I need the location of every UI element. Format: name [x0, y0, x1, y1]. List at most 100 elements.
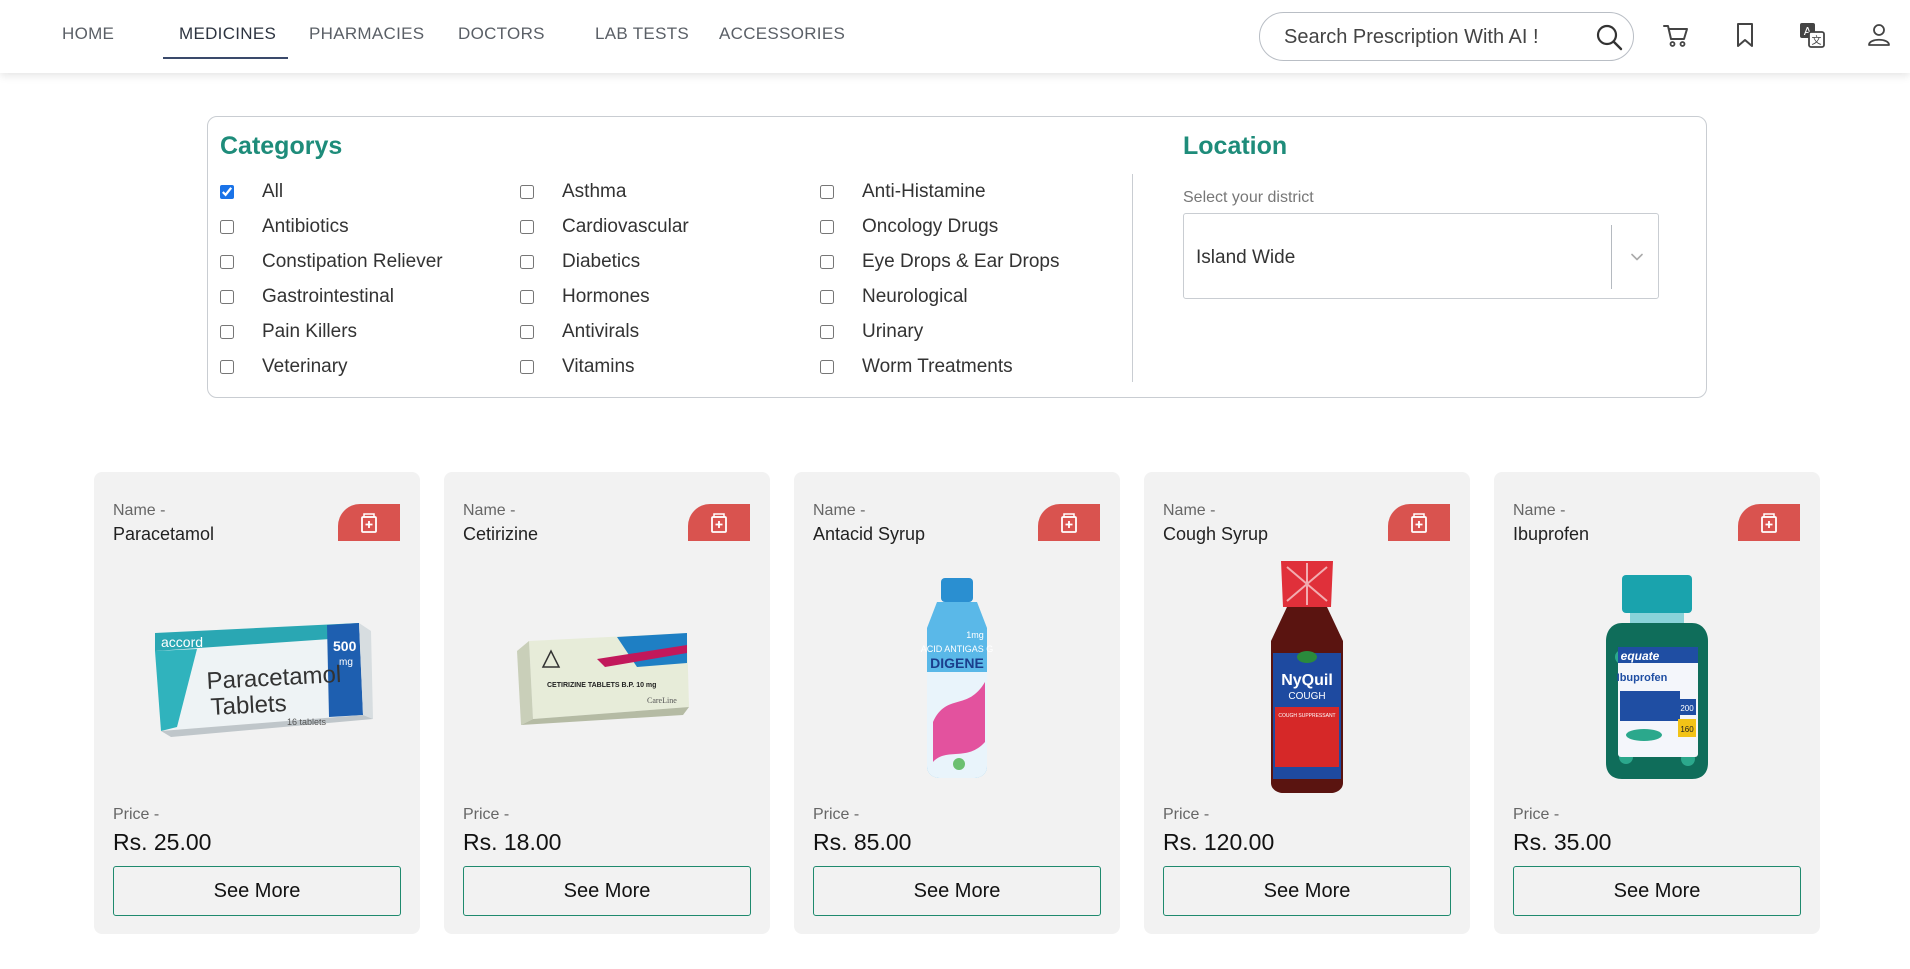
category-checkbox-antivirals[interactable] — [520, 325, 534, 339]
product-name: Cough Syrup — [1163, 524, 1269, 544]
category-checkbox-gastrointestinal[interactable] — [220, 290, 234, 304]
category-item-cardiovascular[interactable]: Cardiovascular — [520, 216, 689, 238]
category-checkbox-neurological[interactable] — [820, 290, 834, 304]
category-label: Hormones — [562, 286, 650, 307]
bookmark-icon[interactable] — [1730, 20, 1760, 50]
price-label: Price - — [463, 806, 510, 823]
category-checkbox-pain-killers[interactable] — [220, 325, 234, 339]
nav-medicines[interactable]: MEDICINES — [179, 24, 276, 44]
category-label: Diabetics — [562, 251, 641, 272]
see-more-button[interactable]: See More — [463, 866, 751, 916]
category-checkbox-oncology-drugs[interactable] — [820, 220, 834, 234]
brand-text: DIGENE — [930, 655, 984, 671]
price-label: Price - — [1163, 806, 1210, 823]
category-item-hormones[interactable]: Hormones — [520, 286, 650, 308]
search-icon[interactable] — [1595, 23, 1623, 51]
product-name: Paracetamol — [113, 524, 215, 544]
add-to-bag-button[interactable] — [1738, 504, 1800, 541]
category-label: Gastrointestinal — [262, 286, 395, 307]
category-checkbox-cardiovascular[interactable] — [520, 220, 534, 234]
product-price: Rs. 25.00 — [113, 829, 212, 855]
add-to-bag-button[interactable] — [688, 504, 750, 541]
district-value: Island Wide — [1196, 247, 1296, 268]
category-item-urinary[interactable]: Urinary — [820, 321, 923, 343]
price-label: Price - — [813, 806, 860, 823]
nav-accessories[interactable]: ACCESSORIES — [719, 24, 845, 44]
category-checkbox-urinary[interactable] — [820, 325, 834, 339]
line-text: Ibuprofen — [1617, 672, 1668, 684]
category-item-constipation-reliever[interactable]: Constipation Reliever — [220, 251, 443, 273]
pharmacy-bag-icon — [361, 512, 377, 533]
category-item-gastrointestinal[interactable]: Gastrointestinal — [220, 286, 394, 308]
category-item-all[interactable]: All — [220, 181, 283, 203]
add-to-bag-button[interactable] — [338, 504, 400, 541]
maker-text: CareLine — [647, 696, 677, 705]
product-line2: Tablets — [210, 690, 287, 721]
category-checkbox-hormones[interactable] — [520, 290, 534, 304]
dose-text: 200 — [1680, 704, 1694, 713]
price-label: Price - — [1513, 806, 1560, 823]
brand-text: NyQuil — [1281, 672, 1333, 689]
category-item-vitamins[interactable]: Vitamins — [520, 356, 635, 378]
user-icon[interactable] — [1864, 20, 1894, 50]
category-label: Vitamins — [562, 356, 635, 377]
product-price: Rs. 18.00 — [463, 829, 562, 855]
district-label: Select your district — [1183, 189, 1314, 206]
category-checkbox-all[interactable] — [220, 185, 234, 199]
category-checkbox-veterinary[interactable] — [220, 360, 234, 374]
product-name: Antacid Syrup — [813, 524, 926, 544]
nav-pharmacies[interactable]: PHARMACIES — [309, 24, 424, 44]
category-item-eye-drops-ear-drops[interactable]: Eye Drops & Ear Drops — [820, 251, 1059, 273]
category-checkbox-antibiotics[interactable] — [220, 220, 234, 234]
product-card: Name - Ibuprofen equate Ibuprofen 200 16… — [1494, 472, 1820, 934]
name-label: Name - — [463, 502, 516, 519]
see-more-button[interactable]: See More — [113, 866, 401, 916]
name-label: Name - — [1163, 502, 1216, 519]
svg-text:文: 文 — [1812, 34, 1822, 47]
cart-icon[interactable] — [1661, 20, 1691, 50]
category-item-veterinary[interactable]: Veterinary — [220, 356, 348, 378]
pharmacy-bag-icon — [1761, 512, 1777, 533]
dose-text: 500 — [333, 638, 357, 654]
category-item-anti-histamine[interactable]: Anti-Histamine — [820, 181, 986, 203]
category-label: Urinary — [862, 321, 924, 342]
see-more-button[interactable]: See More — [1513, 866, 1801, 916]
category-item-worm-treatments[interactable]: Worm Treatments — [820, 356, 1013, 378]
category-checkbox-asthma[interactable] — [520, 185, 534, 199]
category-checkbox-vitamins[interactable] — [520, 360, 534, 374]
translate-icon[interactable]: A 文 — [1797, 20, 1827, 50]
chevron-down-icon[interactable] — [1630, 250, 1644, 264]
pharmacy-bag-icon — [1411, 512, 1427, 533]
category-item-neurological[interactable]: Neurological — [820, 286, 968, 308]
category-item-antibiotics[interactable]: Antibiotics — [220, 216, 349, 238]
name-label: Name - — [813, 502, 866, 519]
category-item-diabetics[interactable]: Diabetics — [520, 251, 640, 273]
select-separator — [1611, 225, 1612, 289]
add-to-bag-button[interactable] — [1388, 504, 1450, 541]
add-to-bag-button[interactable] — [1038, 504, 1100, 541]
category-checkbox-anti-histamine[interactable] — [820, 185, 834, 199]
see-more-button[interactable]: See More — [1163, 866, 1451, 916]
see-more-button[interactable]: See More — [813, 866, 1101, 916]
nav-lab-tests[interactable]: LAB TESTS — [595, 24, 689, 44]
category-checkbox-worm-treatments[interactable] — [820, 360, 834, 374]
category-checkbox-diabetics[interactable] — [520, 255, 534, 269]
category-checkbox-eye-drops-ear-drops[interactable] — [820, 255, 834, 269]
category-item-oncology-drugs[interactable]: Oncology Drugs — [820, 216, 998, 238]
category-item-asthma[interactable]: Asthma — [520, 181, 626, 203]
filter-divider — [1132, 174, 1133, 382]
brand-text: equate — [1621, 649, 1660, 663]
search-bar — [1259, 12, 1634, 61]
category-checkbox-constipation-reliever[interactable] — [220, 255, 234, 269]
product-name: Ibuprofen — [1513, 524, 1590, 544]
categories-title: Categorys — [220, 132, 343, 160]
nav-home[interactable]: HOME — [62, 24, 114, 44]
category-item-antivirals[interactable]: Antivirals — [520, 321, 639, 343]
product-card: Name - Antacid Syrup ACID ANTIGAS G DIGE… — [794, 472, 1120, 934]
product-price: Rs. 35.00 — [1513, 829, 1612, 855]
search-input[interactable] — [1284, 26, 1574, 49]
category-label: Constipation Reliever — [262, 251, 443, 272]
nav-doctors[interactable]: DOCTORS — [458, 24, 545, 44]
district-select[interactable]: Island Wide — [1183, 213, 1659, 299]
category-item-pain-killers[interactable]: Pain Killers — [220, 321, 357, 343]
